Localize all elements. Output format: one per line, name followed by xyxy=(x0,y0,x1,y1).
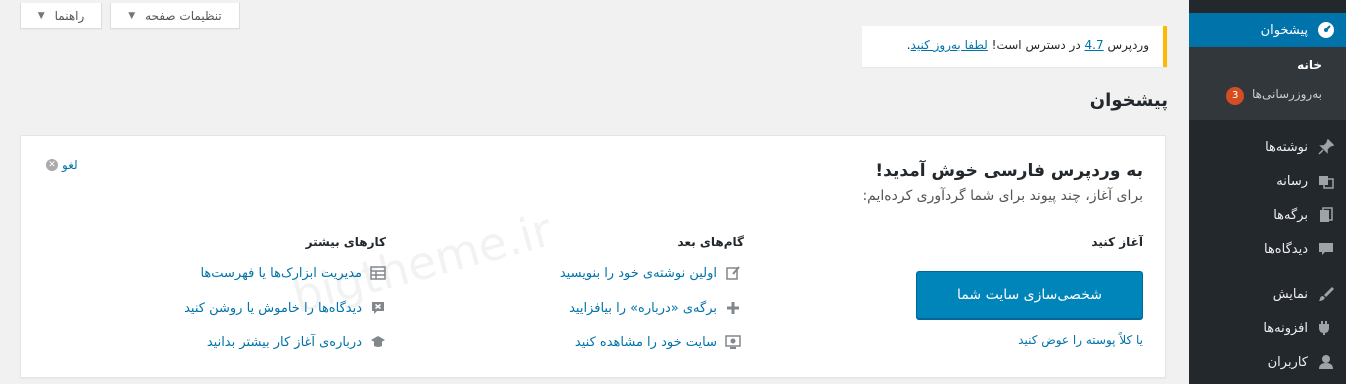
manage-widgets-link[interactable]: مدیریت ابزارک‌ها یا فهرست‌ها xyxy=(200,265,386,281)
notice-middle: در دسترس است! xyxy=(991,38,1081,52)
sidebar-item-label: رسانه xyxy=(1276,173,1308,189)
appearance-icon xyxy=(1316,284,1336,304)
widgets-icon xyxy=(370,265,386,281)
link-label: درباره‌ی آغاز کار بیشتر بدانید xyxy=(206,334,362,350)
plus-icon xyxy=(725,300,741,316)
next-steps-heading: گام‌های بعد xyxy=(677,235,745,249)
change-theme-link[interactable]: یا کلاً پوسته را عوض کنید xyxy=(1018,333,1143,347)
view-site-link[interactable]: سایت خود را مشاهده کنید xyxy=(575,334,741,350)
more-actions-heading: کارهای بیشتر xyxy=(305,235,386,249)
sidebar-item-label: افزونه‌ها xyxy=(1263,320,1308,336)
view-site-icon xyxy=(725,334,741,350)
close-icon: ✕ xyxy=(46,159,58,171)
update-notice: وردپرس 4.7 در دسترس است! لطفا به‌روز کنی… xyxy=(862,26,1167,67)
admin-sidebar: پیشخوان خانه به‌روزرسانی‌ها 3 نوشته‌ها ر… xyxy=(1181,0,1346,384)
sidebar-item-label: نوشته‌ها xyxy=(1265,139,1308,155)
plugins-icon xyxy=(1316,318,1336,338)
sidebar-item-users[interactable]: کاربران xyxy=(1189,345,1346,379)
dashboard-icon xyxy=(1316,20,1336,40)
pages-icon xyxy=(1316,205,1336,225)
notice-update-link[interactable]: لطفا به‌روز کنید xyxy=(911,38,988,52)
write-first-post-link[interactable]: اولین نوشته‌ی خود را بنویسید xyxy=(560,265,741,281)
screen-options-button[interactable]: تنظیمات صفحه ▼ xyxy=(110,3,240,29)
sidebar-item-label: نمایش xyxy=(1272,286,1308,302)
link-label: دیدگاه‌ها را خاموش یا روشن کنید xyxy=(184,300,362,316)
welcome-title: به وردپرس فارسی خوش آمدید! xyxy=(875,161,1143,181)
help-button[interactable]: راهنما ▼ xyxy=(20,3,102,29)
active-arrow xyxy=(1181,22,1189,38)
comments-toggle-icon xyxy=(370,300,386,316)
link-label: برگه‌ی «درباره» را بیافزایید xyxy=(569,300,717,316)
notice-version-link[interactable]: 4.7 xyxy=(1085,38,1104,52)
dashboard-submenu: خانه به‌روزرسانی‌ها 3 xyxy=(1189,47,1346,120)
dismiss-label: لغو xyxy=(62,158,78,172)
page-title: پیشخوان xyxy=(1089,90,1168,111)
screen-options-label: تنظیمات صفحه xyxy=(145,8,222,23)
sidebar-item-label: دیدگاه‌ها xyxy=(1263,241,1308,257)
notice-prefix: وردپرس xyxy=(1107,38,1149,52)
customize-site-button[interactable]: شخصی‌سازی سایت شما xyxy=(916,271,1143,319)
submenu-label: به‌روزرسانی‌ها xyxy=(1252,87,1322,101)
sidebar-item-appearance[interactable]: نمایش xyxy=(1189,277,1346,311)
link-label: مدیریت ابزارک‌ها یا فهرست‌ها xyxy=(200,265,362,281)
welcome-panel: bigtheme.ir به وردپرس فارسی خوش آمدید! ب… xyxy=(20,135,1166,378)
learn-more-link[interactable]: درباره‌ی آغاز کار بیشتر بدانید xyxy=(207,334,386,350)
sidebar-item-plugins[interactable]: افزونه‌ها xyxy=(1189,311,1346,345)
submenu-item-home[interactable]: خانه xyxy=(1189,58,1346,72)
media-icon xyxy=(1316,171,1336,191)
sidebar-item-media[interactable]: رسانه xyxy=(1189,164,1346,198)
add-about-page-link[interactable]: برگه‌ی «درباره» را بیافزایید xyxy=(569,300,741,316)
sidebar-item-pages[interactable]: برگه‌ها xyxy=(1189,198,1346,232)
updates-count-badge: 3 xyxy=(1226,87,1245,105)
chevron-down-icon: ▼ xyxy=(128,10,136,21)
help-label: راهنما xyxy=(54,8,85,23)
submenu-item-updates[interactable]: به‌روزرسانی‌ها 3 xyxy=(1189,87,1346,105)
edit-icon xyxy=(725,265,741,281)
sidebar-item-label: برگه‌ها xyxy=(1273,207,1308,223)
sidebar-item-dashboard[interactable]: پیشخوان xyxy=(1181,13,1346,47)
dismiss-link[interactable]: لغو ✕ xyxy=(46,158,78,172)
sidebar-item-label: کاربران xyxy=(1267,354,1308,370)
chevron-down-icon: ▼ xyxy=(37,10,45,21)
sidebar-item-label: پیشخوان xyxy=(1260,22,1308,38)
learn-more-icon xyxy=(370,334,386,350)
link-label: سایت خود را مشاهده کنید xyxy=(574,334,717,350)
toggle-comments-link[interactable]: دیدگاه‌ها را خاموش یا روشن کنید xyxy=(184,300,386,316)
pin-icon xyxy=(1316,137,1336,157)
sidebar-item-posts[interactable]: نوشته‌ها xyxy=(1189,130,1346,164)
comments-icon xyxy=(1316,239,1336,259)
welcome-subtitle: برای آغاز، چند پیوند برای شما گردآوری کر… xyxy=(862,188,1143,204)
sidebar-item-comments[interactable]: دیدگاه‌ها xyxy=(1189,232,1346,266)
users-icon xyxy=(1316,352,1336,372)
get-started-heading: آغاز کنید xyxy=(1091,235,1143,249)
link-label: اولین نوشته‌ی خود را بنویسید xyxy=(559,265,717,281)
